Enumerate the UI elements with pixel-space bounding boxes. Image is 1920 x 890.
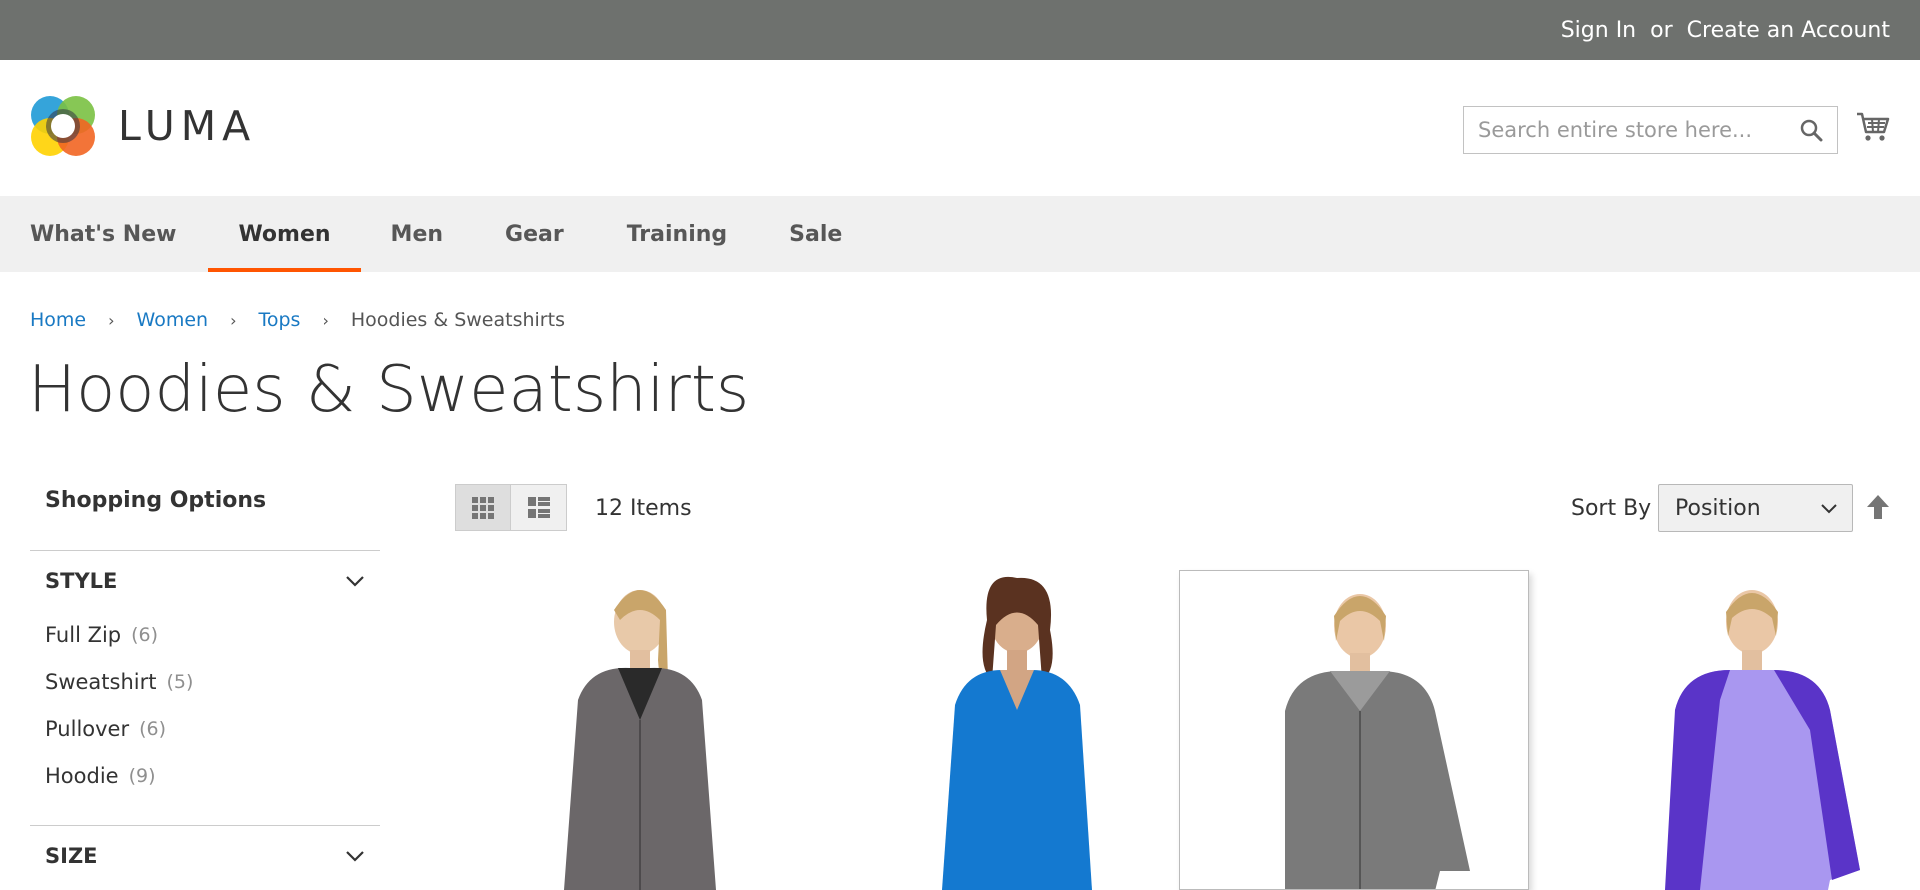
nav-item-men[interactable]: Men — [361, 196, 473, 272]
chevron-down-icon — [346, 851, 364, 862]
chevron-down-icon — [346, 576, 364, 587]
page-title: Hoodies & Sweatshirts — [28, 353, 750, 427]
chevron-right-icon: › — [230, 310, 237, 330]
filter-option-count: (6) — [139, 717, 167, 740]
sidebar-filters: Shopping Options STYLE Full Zip (6) Sweat… — [30, 488, 380, 886]
list-icon — [527, 496, 550, 518]
chevron-right-icon: › — [322, 310, 329, 330]
product-image — [1285, 594, 1470, 889]
minicart[interactable] — [1856, 110, 1890, 148]
breadcrumb: Home › Women › Tops › Hoodies & Sweatshi… — [30, 309, 565, 331]
logo[interactable]: LUMA — [30, 93, 256, 159]
luma-logo-icon — [31, 96, 95, 156]
filter-option-count: (9) — [128, 764, 156, 787]
grid-icon — [472, 496, 494, 519]
cart-icon — [1857, 112, 1890, 141]
logo-text: LUMA — [118, 102, 257, 150]
main-navigation: What's New Women Men Gear Training Sale — [0, 196, 1920, 272]
nav-item-whats-new[interactable]: What's New — [30, 196, 194, 272]
search-icon[interactable] — [1799, 118, 1823, 142]
product-image — [564, 590, 716, 890]
filter-option-label: Pullover — [45, 716, 130, 741]
top-panel: Sign In or Create an Account — [0, 0, 1920, 60]
sort-by-select[interactable]: Position — [1658, 484, 1853, 532]
filter-size-title: SIZE — [45, 844, 98, 868]
items-count: 12 Items — [595, 496, 692, 521]
filter-size-header[interactable]: SIZE — [30, 826, 380, 886]
breadcrumb-women[interactable]: Women — [137, 309, 209, 331]
filter-option-hoodie[interactable]: Hoodie (9) — [45, 752, 365, 799]
product-item[interactable] — [1570, 570, 1920, 890]
filter-style: STYLE Full Zip (6) Sweatshirt (5) Pullover… — [30, 550, 380, 817]
chevron-right-icon: › — [108, 310, 115, 330]
search-input[interactable] — [1478, 118, 1799, 142]
filter-option-pullover[interactable]: Pullover (6) — [45, 705, 365, 752]
sort-direction-button[interactable] — [1866, 494, 1890, 524]
filter-option-full-zip[interactable]: Full Zip (6) — [45, 611, 365, 658]
product-image — [942, 576, 1092, 890]
sort-by-label: Sort By — [1571, 496, 1652, 521]
filter-style-title: STYLE — [45, 569, 118, 593]
nav-item-sale[interactable]: Sale — [758, 196, 873, 272]
filter-option-count: (6) — [131, 623, 159, 646]
create-account-link[interactable]: Create an Account — [1687, 18, 1890, 43]
view-mode-switcher — [455, 484, 567, 531]
breadcrumb-tops[interactable]: Tops — [258, 309, 300, 331]
breadcrumb-current: Hoodies & Sweatshirts — [350, 309, 565, 331]
filter-style-header[interactable]: STYLE — [30, 551, 380, 611]
filter-option-label: Hoodie — [45, 763, 119, 788]
product-item[interactable] — [1179, 570, 1529, 890]
header: LUMA — [0, 60, 1920, 196]
product-item[interactable] — [827, 570, 1177, 890]
or-text: or — [1650, 17, 1673, 43]
list-view-button[interactable] — [511, 484, 567, 531]
breadcrumb-home[interactable]: Home — [30, 309, 86, 331]
nav-item-training[interactable]: Training — [596, 196, 758, 272]
filter-option-sweatshirt[interactable]: Sweatshirt (5) — [45, 658, 365, 705]
nav-item-women[interactable]: Women — [208, 196, 361, 272]
sign-in-link[interactable]: Sign In — [1561, 18, 1636, 43]
filter-option-label: Sweatshirt — [45, 669, 157, 694]
grid-view-button[interactable] — [455, 484, 511, 531]
filter-size: SIZE — [30, 825, 380, 886]
product-image — [1665, 590, 1860, 890]
chevron-down-icon — [1821, 503, 1837, 513]
sort-by-value: Position — [1675, 495, 1761, 521]
filter-option-count: (5) — [166, 670, 194, 693]
shopping-options-title: Shopping Options — [45, 488, 267, 513]
filter-option-label: Full Zip — [45, 622, 122, 647]
product-item[interactable] — [465, 570, 815, 890]
search-box — [1463, 106, 1838, 154]
arrow-up-icon — [1867, 495, 1889, 519]
nav-item-gear[interactable]: Gear — [473, 196, 596, 272]
